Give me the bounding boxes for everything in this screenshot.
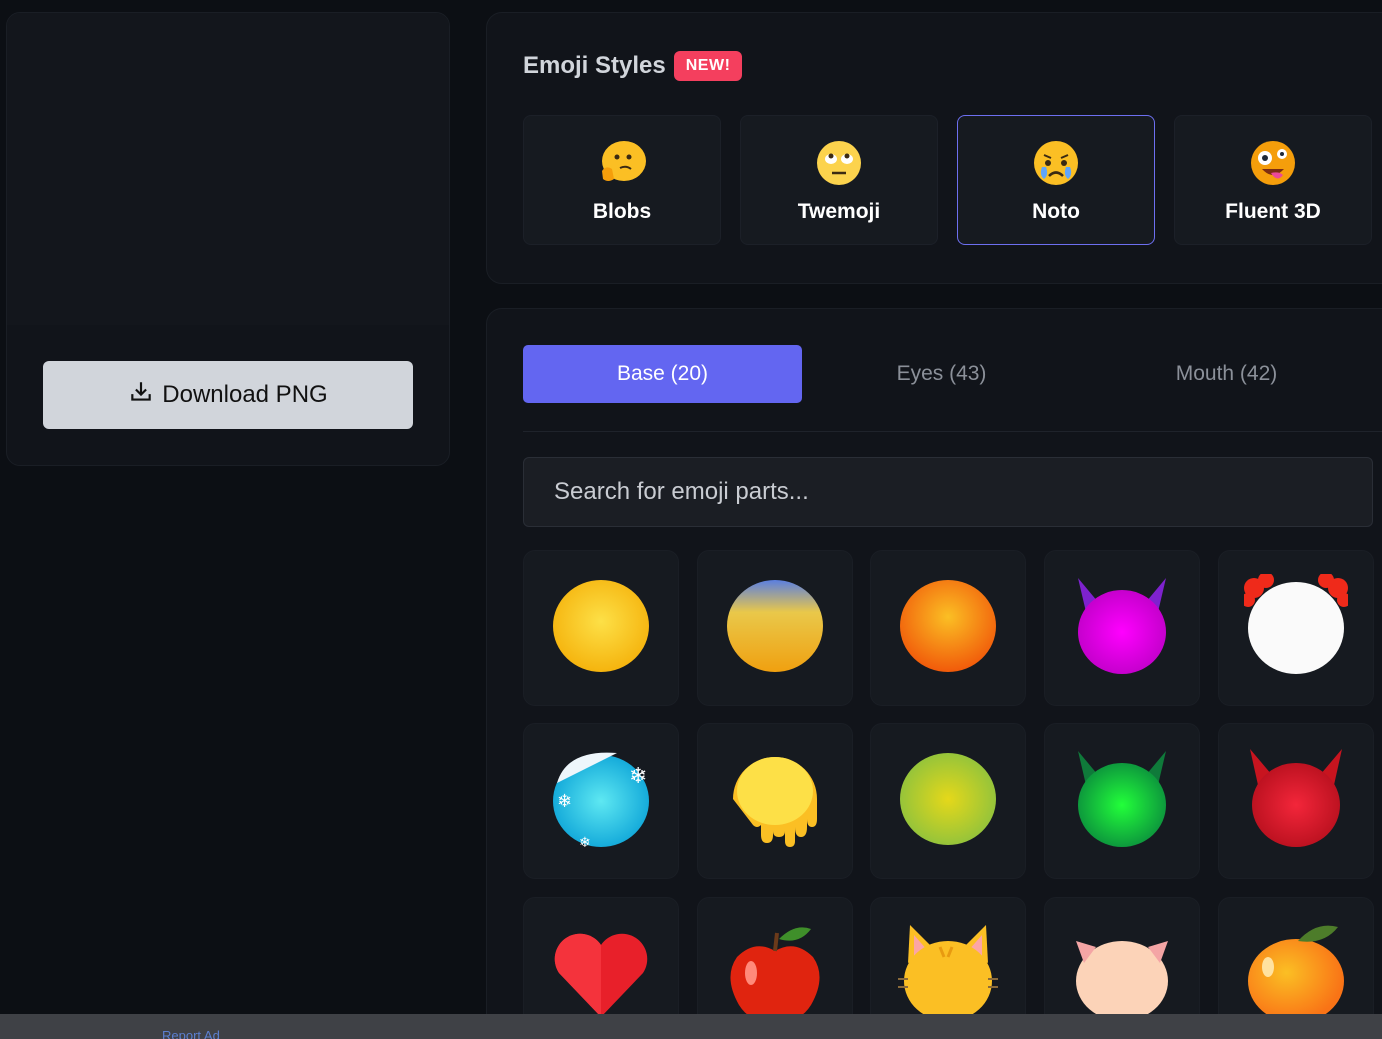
style-label-twemoji: Twemoji — [797, 199, 881, 223]
svg-text:❄: ❄ — [629, 764, 647, 789]
style-card-fluent-3d[interactable]: Fluent 3D — [1174, 115, 1372, 245]
svg-text:❄: ❄ — [557, 791, 572, 812]
thinking-face-icon — [596, 137, 648, 194]
part-item[interactable] — [1218, 550, 1374, 706]
part-item[interactable]: ❄ ❄ ❄ — [523, 723, 679, 879]
emoji-preview-canvas — [7, 13, 449, 325]
clown-face-base-icon — [1241, 571, 1351, 683]
crying-face-icon — [1030, 137, 1082, 194]
styles-header: Emoji Styles NEW! — [523, 51, 743, 81]
cold-face-base-icon: ❄ ❄ ❄ — [549, 747, 653, 856]
tab-divider — [523, 431, 1382, 432]
green-devil-face-base-icon — [1070, 747, 1174, 856]
style-label-blobs: Blobs — [592, 199, 652, 223]
search-input[interactable] — [523, 457, 1373, 527]
part-item[interactable] — [1218, 723, 1374, 879]
style-label-fluent-3d: Fluent 3D — [1225, 199, 1321, 223]
preview-panel: Download PNG — [6, 12, 450, 466]
new-badge: NEW! — [673, 51, 743, 81]
ad-bar: Report Ad — [0, 1014, 1382, 1039]
part-item[interactable] — [1044, 723, 1200, 879]
yellow-face-base-icon — [549, 574, 653, 683]
download-png-button[interactable]: Download PNG — [43, 361, 413, 429]
part-item[interactable] — [523, 550, 679, 706]
emoji-styles-panel: Emoji Styles NEW! Blobs Twemoji Noto Flu… — [486, 12, 1382, 284]
styles-title: Emoji Styles — [523, 52, 666, 79]
download-icon — [128, 379, 154, 412]
svg-text:❄: ❄ — [579, 835, 591, 851]
face-with-rolling-eyes-icon — [813, 137, 865, 194]
purple-devil-face-base-icon — [1070, 574, 1174, 683]
style-card-twemoji[interactable]: Twemoji — [740, 115, 938, 245]
download-label: Download PNG — [162, 381, 328, 408]
red-devil-face-base-icon — [1244, 747, 1348, 856]
style-label-noto: Noto — [1032, 199, 1080, 223]
style-card-noto[interactable]: Noto — [957, 115, 1155, 245]
part-item[interactable] — [697, 550, 853, 706]
style-card-blobs[interactable]: Blobs — [523, 115, 721, 245]
part-item[interactable] — [870, 723, 1026, 879]
zany-face-icon — [1247, 137, 1299, 194]
tab-base[interactable]: Base (20) — [523, 345, 802, 403]
report-ad-link[interactable]: Report Ad — [162, 1028, 220, 1039]
part-item[interactable] — [870, 550, 1026, 706]
part-item[interactable] — [697, 723, 853, 879]
green-yellow-face-base-icon — [896, 747, 1000, 856]
sunset-gradient-face-base-icon — [723, 574, 827, 683]
tab-mouth[interactable]: Mouth (42) — [1087, 345, 1366, 403]
part-item[interactable] — [1044, 550, 1200, 706]
melting-face-base-icon — [723, 747, 827, 856]
emoji-parts-panel: Base (20) Eyes (43) Mouth (42) ❄ ❄ ❄ — [486, 308, 1382, 1039]
tab-eyes[interactable]: Eyes (43) — [802, 345, 1081, 403]
orange-face-base-icon — [896, 574, 1000, 683]
